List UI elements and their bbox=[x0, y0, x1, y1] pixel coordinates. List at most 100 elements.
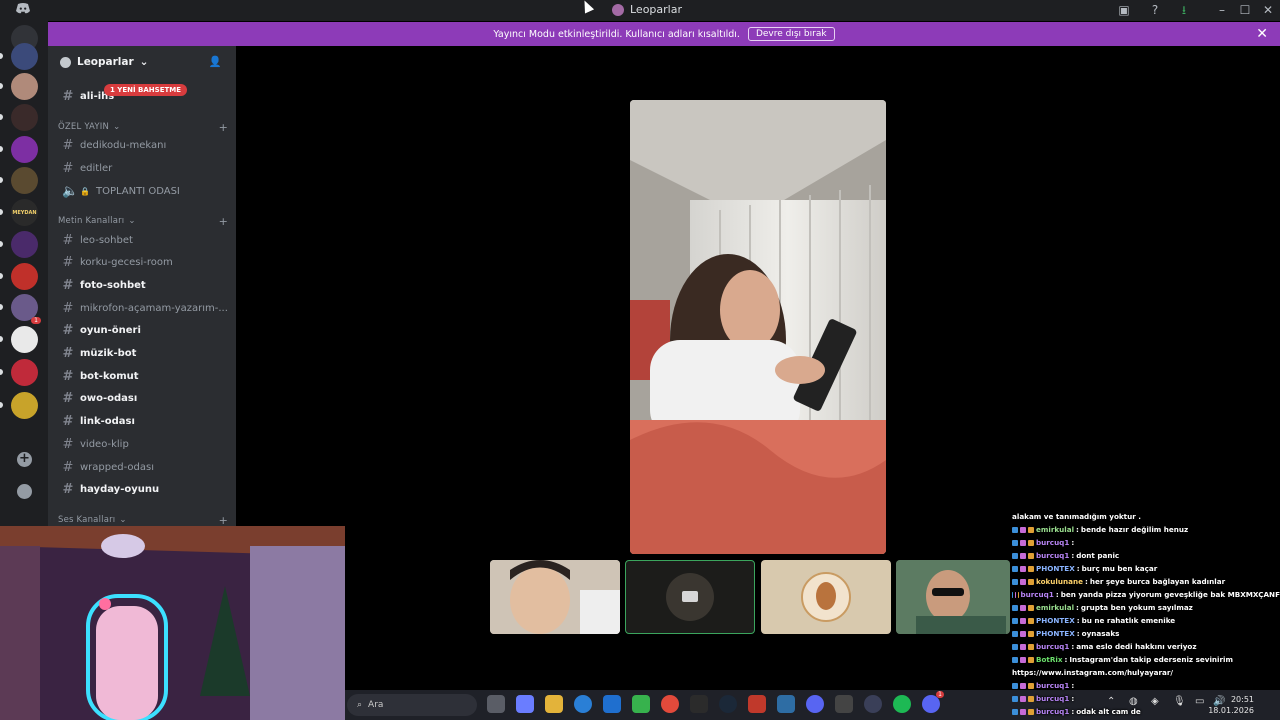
participant-tile-camera-off[interactable] bbox=[625, 560, 755, 634]
channel-item[interactable]: # leo-sohbet bbox=[56, 230, 232, 250]
category-private-stream[interactable]: ÖZEL YAYIN ⌄ + bbox=[58, 121, 228, 134]
minimize-icon[interactable]: – bbox=[1215, 3, 1229, 17]
taskbar-search[interactable]: ⌕ Ara bbox=[347, 694, 477, 716]
obs-icon[interactable] bbox=[835, 695, 853, 713]
close-banner-icon[interactable]: ✕ bbox=[1256, 26, 1268, 42]
participant-tile[interactable] bbox=[896, 560, 1010, 634]
server-icon[interactable] bbox=[11, 167, 38, 194]
download-icon[interactable]: ⭳ bbox=[1177, 3, 1191, 17]
discover-icon[interactable] bbox=[17, 484, 32, 499]
chat-badge-icon bbox=[1028, 643, 1034, 650]
app-icon[interactable] bbox=[864, 695, 882, 713]
server-icon[interactable] bbox=[11, 43, 38, 70]
channel-label: TOPLANTI ODASI bbox=[95, 185, 180, 197]
channel-item[interactable]: # müzik-bot bbox=[56, 344, 232, 364]
chat-badge-icon bbox=[1012, 682, 1018, 689]
channel-item[interactable]: # owo-odası bbox=[56, 389, 232, 409]
channel-item[interactable]: # korku-gecesi-room bbox=[56, 253, 232, 273]
xbox-icon[interactable] bbox=[632, 695, 650, 713]
epic-games-icon[interactable] bbox=[690, 695, 708, 713]
channel-item[interactable]: # dedikodu-mekanı bbox=[56, 135, 232, 155]
unread-indicator bbox=[0, 83, 3, 89]
help-icon[interactable]: ? bbox=[1148, 3, 1162, 17]
channel-item[interactable]: # oyun-öneri bbox=[56, 321, 232, 341]
chat-username: burcuq1 bbox=[1036, 642, 1070, 651]
chat-text: oynasaks bbox=[1081, 629, 1120, 638]
add-channel-icon[interactable]: + bbox=[219, 514, 228, 527]
server-icon[interactable] bbox=[11, 392, 38, 419]
steam-icon[interactable] bbox=[719, 695, 737, 713]
outlook-icon[interactable] bbox=[603, 695, 621, 713]
channel-item[interactable]: # foto-sohbet bbox=[56, 275, 232, 295]
server-icon[interactable] bbox=[11, 231, 38, 258]
chrome-icon[interactable] bbox=[661, 695, 679, 713]
chat-message: burcuq1: bbox=[1012, 538, 1280, 547]
copilot-icon[interactable] bbox=[516, 695, 534, 713]
chat-username: PHONTEX bbox=[1036, 616, 1075, 625]
discord-taskbar-icon[interactable]: 1 bbox=[922, 691, 944, 713]
server-icon[interactable] bbox=[11, 136, 38, 163]
channel-item[interactable]: # link-odası bbox=[56, 412, 232, 432]
server-icon[interactable]: 1 bbox=[11, 294, 41, 324]
channel-item[interactable]: 🔈 🔒 TOPLANTI ODASI bbox=[56, 181, 232, 201]
channel-label: owo-odası bbox=[80, 393, 138, 405]
mention-badge[interactable]: 1 YENİ BAHSETME bbox=[104, 84, 188, 96]
chat-badge-icon bbox=[1012, 539, 1018, 546]
server-icon[interactable] bbox=[11, 104, 38, 131]
chat-separator: : bbox=[1071, 642, 1075, 651]
server-header[interactable]: Leoparlar ⌄ 👤 bbox=[48, 46, 236, 78]
spotify-icon[interactable] bbox=[893, 695, 911, 713]
category-voice-channels[interactable]: Ses Kanalları ⌄ + bbox=[58, 514, 228, 527]
chat-badge-icon bbox=[1020, 578, 1026, 585]
channel-label: müzik-bot bbox=[80, 348, 137, 359]
add-server-icon[interactable]: + bbox=[17, 452, 32, 467]
add-member-icon[interactable]: 👤 bbox=[209, 55, 222, 68]
chat-badge-icon bbox=[1012, 617, 1018, 624]
chat-message: PHONTEX: oynasaks bbox=[1012, 629, 1280, 638]
server-icon[interactable] bbox=[11, 73, 38, 100]
participant-tile[interactable] bbox=[761, 560, 891, 634]
channel-item[interactable]: # mikrofon-açamam-yazarım-... bbox=[56, 298, 232, 318]
discord-logo-icon bbox=[16, 3, 30, 17]
server-icon[interactable]: MEYDAN bbox=[11, 199, 38, 226]
task-view-icon[interactable] bbox=[487, 695, 505, 713]
channel-label: wrapped-odası bbox=[80, 461, 154, 473]
disable-streamer-mode-button[interactable]: Devre dışı bırak bbox=[747, 27, 835, 41]
media-player-icon[interactable] bbox=[806, 695, 824, 713]
server-icon[interactable] bbox=[11, 263, 38, 290]
chat-message: PHONTEX: bu ne rahatlık emenike bbox=[1012, 616, 1280, 625]
participant-tile[interactable] bbox=[490, 560, 620, 634]
channel-item[interactable]: # editler bbox=[56, 158, 232, 178]
channel-item[interactable]: # hayday-oyunu bbox=[56, 480, 232, 500]
category-text-channels[interactable]: Metin Kanalları ⌄ + bbox=[58, 215, 228, 228]
chat-badge-icon bbox=[1012, 695, 1018, 702]
add-channel-icon[interactable]: + bbox=[219, 215, 228, 228]
search-icon: ⌕ bbox=[357, 700, 363, 710]
channel-label: link-odası bbox=[80, 416, 135, 428]
hash-icon: # bbox=[62, 137, 74, 153]
app-icon[interactable] bbox=[748, 695, 766, 713]
chat-username: burcuq1 bbox=[1036, 538, 1070, 547]
unread-indicator bbox=[0, 241, 3, 247]
channel-label: bot-komut bbox=[80, 370, 139, 382]
stream-chat-overlay: alakam ve tanımadığım yoktur . emirkulal:… bbox=[1010, 512, 1280, 720]
channel-item[interactable]: # video-klip bbox=[56, 434, 232, 454]
server-icon[interactable] bbox=[11, 359, 38, 386]
chat-badge-icon bbox=[1020, 643, 1026, 650]
streamer-webcam-overlay bbox=[0, 526, 345, 720]
app-icon[interactable] bbox=[777, 695, 795, 713]
lock-icon: 🔒 bbox=[80, 186, 90, 196]
add-channel-icon[interactable]: + bbox=[219, 121, 228, 134]
channel-item[interactable]: # bot-komut bbox=[56, 366, 232, 386]
close-window-icon[interactable]: ✕ bbox=[1261, 3, 1275, 17]
chat-separator: : bbox=[1071, 694, 1075, 703]
inbox-icon[interactable]: ▣ bbox=[1117, 3, 1131, 17]
edge-icon[interactable] bbox=[574, 695, 592, 713]
main-video-stream[interactable] bbox=[630, 100, 886, 554]
file-explorer-icon[interactable] bbox=[545, 695, 563, 713]
channel-item[interactable]: # wrapped-odası bbox=[56, 457, 232, 477]
chat-username: burcuq1 bbox=[1036, 551, 1070, 560]
maximize-icon[interactable]: ☐ bbox=[1238, 3, 1252, 17]
server-icon[interactable] bbox=[11, 326, 38, 353]
chat-message: burcuq1: ben yanda pizza yiyorum geveşkli… bbox=[1012, 590, 1280, 599]
